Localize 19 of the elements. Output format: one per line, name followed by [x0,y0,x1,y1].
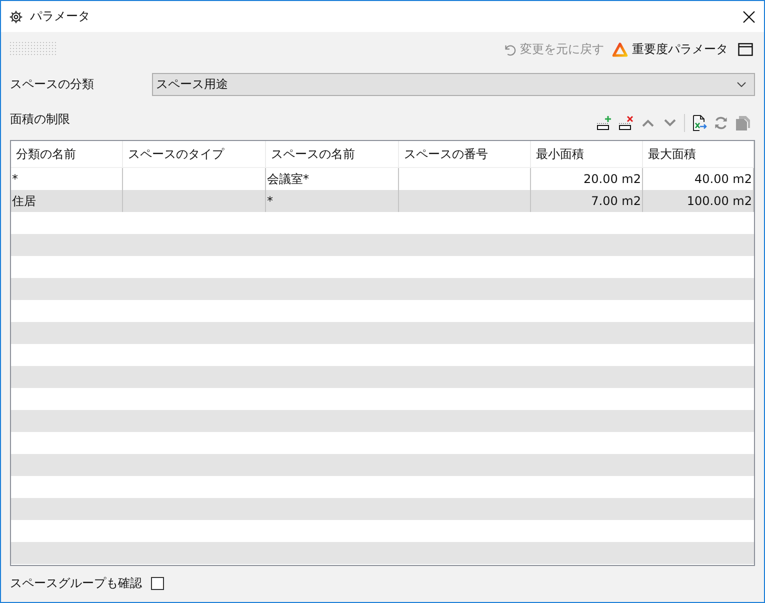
delete-row-icon[interactable] [618,115,634,131]
classification-dropdown[interactable]: スペース用途 [152,73,755,96]
section-title: 面積の制限 [10,111,70,128]
refresh-icon[interactable] [713,115,729,131]
add-row-icon[interactable] [596,115,612,131]
importance-parameters-button[interactable]: 重要度パラメータ [610,39,730,59]
window-icon[interactable] [738,42,753,56]
chevron-down-icon[interactable] [664,119,676,127]
undo-icon [503,42,516,56]
spreadsheet-export-icon[interactable] [691,115,707,131]
classification-label: スペースの分類 [10,76,95,93]
chevron-up-icon[interactable] [642,119,654,127]
window-title: パラメータ [30,8,90,25]
warning-triangle-icon [612,42,628,56]
checkbox[interactable] [151,577,164,590]
close-icon[interactable] [743,10,755,22]
checkbox-label: スペースグループも確認 [10,575,142,592]
settings-icon [9,10,23,24]
chevron-down-icon [737,82,746,87]
